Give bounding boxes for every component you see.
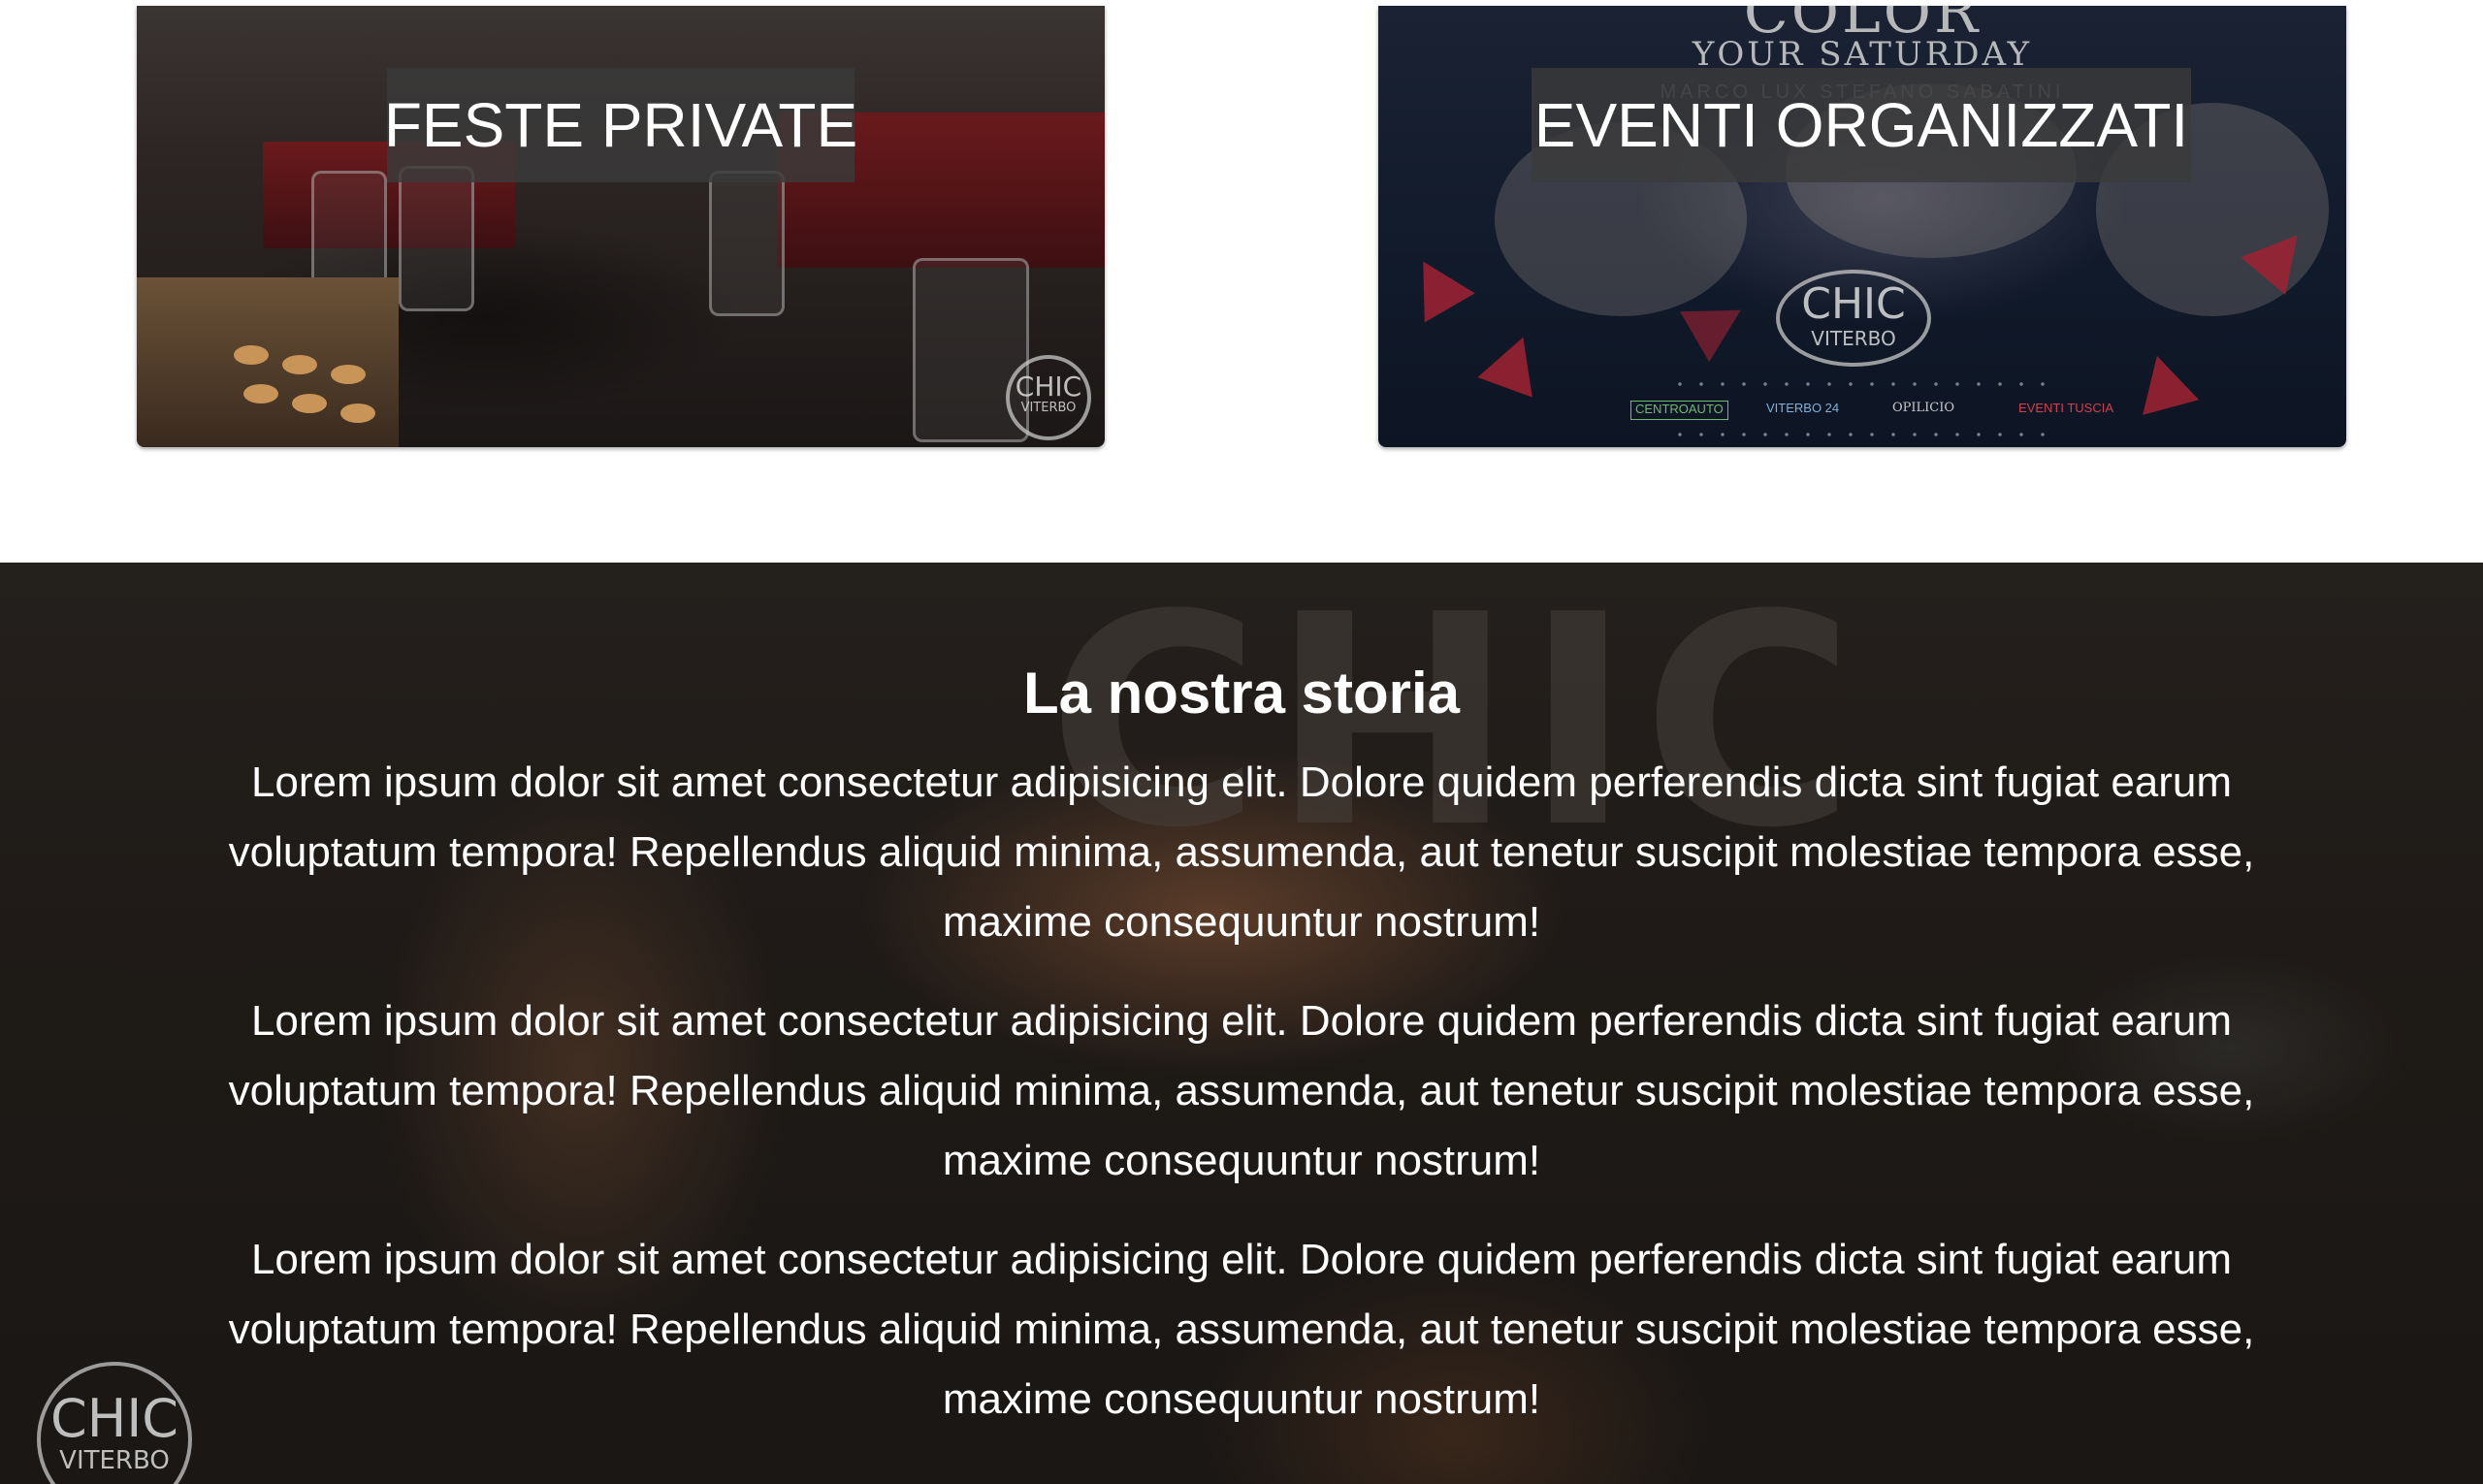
story-paragraph: Lorem ipsum dolor sit amet consectetur a… [228, 758, 2255, 946]
page: CHIC VITERBO FESTE PRIVATE COLOR YOUR SA… [0, 0, 2483, 1484]
viterbo-logo-word: VITERBO [1020, 401, 1077, 415]
chic-logo-badge: CHIC VITERBO [1776, 270, 1931, 367]
sponsor-logo: VITERBO 24 [1766, 401, 1840, 415]
sponsor-row: CENTROAUTO VITERBO 24 OPILICIO EVENTI TU… [1630, 401, 2113, 424]
dots-decor [1669, 433, 2057, 436]
chair-decor [709, 171, 785, 316]
story-paragraph: Lorem ipsum dolor sit amet consectetur a… [228, 1236, 2255, 1423]
chic-logo-word: CHIC [1015, 371, 1082, 403]
pastry-decor [331, 365, 366, 384]
card-feste-private[interactable]: CHIC VITERBO FESTE PRIVATE [137, 6, 1105, 447]
chair-decor [399, 166, 474, 311]
story-section: CHIC La nostra storia Lorem ipsum dolor … [0, 563, 2483, 1484]
card-title-box: FESTE PRIVATE [383, 68, 858, 182]
pastry-decor [243, 384, 278, 403]
card-title-box: EVENTI ORGANIZZATI [1532, 68, 2191, 182]
card-title: EVENTI ORGANIZZATI [1533, 90, 2189, 160]
pastry-decor [234, 345, 269, 365]
card-title: FESTE PRIVATE [383, 90, 858, 160]
story-title: La nostra storia [1022, 661, 1461, 726]
sponsor-logo: OPILICIO [1892, 401, 1955, 415]
pastry-decor [340, 403, 375, 423]
dots-decor [1669, 382, 2057, 386]
chic-logo-word: CHIC [1801, 279, 1906, 329]
pastry-decor [292, 394, 327, 413]
chic-logo-badge: CHIC VITERBO [1006, 355, 1091, 440]
pastry-decor [282, 355, 317, 374]
services-section: CHIC VITERBO FESTE PRIVATE COLOR YOUR SA… [0, 0, 2483, 563]
story-paragraph: Lorem ipsum dolor sit amet consectetur a… [228, 997, 2255, 1184]
story-content: La nostra storia Lorem ipsum dolor sit a… [165, 660, 2318, 1464]
viterbo-logo-word: VITERBO [1811, 327, 1896, 350]
card-eventi-organizzati[interactable]: COLOR YOUR SATURDAY MARCO LUX STEFANO SA… [1378, 6, 2346, 447]
viterbo-logo-word: VITERBO [59, 1446, 170, 1475]
chic-logo-word: CHIC [50, 1388, 178, 1449]
pastry-display [137, 277, 399, 447]
sponsor-logo: CENTROAUTO [1630, 401, 1728, 420]
sponsor-logo: EVENTI TUSCIA [2018, 401, 2114, 415]
